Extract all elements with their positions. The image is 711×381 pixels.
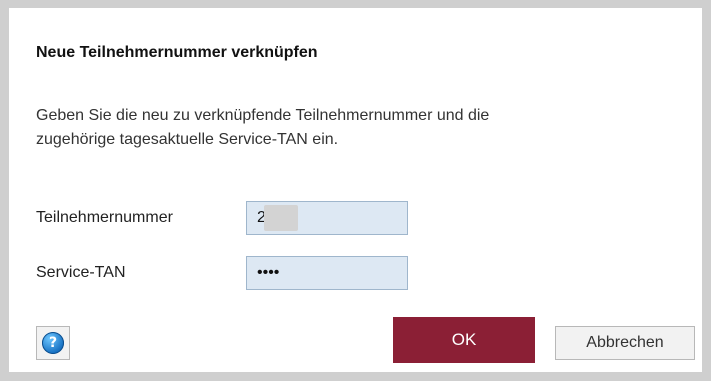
dialog-description: Geben Sie die neu zu verknüpfende Teilne… xyxy=(36,104,656,152)
link-participant-dialog: Neue Teilnehmernummer verknüpfen Geben S… xyxy=(9,8,702,372)
help-button[interactable]: ? xyxy=(36,326,70,360)
question-mark-icon: ? xyxy=(42,332,64,354)
dialog-title: Neue Teilnehmernummer verknüpfen xyxy=(36,44,318,61)
description-line-2: zugehörige tagesaktuelle Service-TAN ein… xyxy=(36,131,339,148)
service-tan-label: Service-TAN xyxy=(36,264,126,281)
description-line-1: Geben Sie die neu zu verknüpfende Teilne… xyxy=(36,107,490,124)
cancel-button[interactable]: Abbrechen xyxy=(555,326,695,360)
service-tan-input[interactable] xyxy=(246,256,408,290)
ok-button[interactable]: OK xyxy=(393,317,535,363)
redacted-digits xyxy=(264,205,298,231)
participant-number-label: Teilnehmernummer xyxy=(36,209,173,226)
